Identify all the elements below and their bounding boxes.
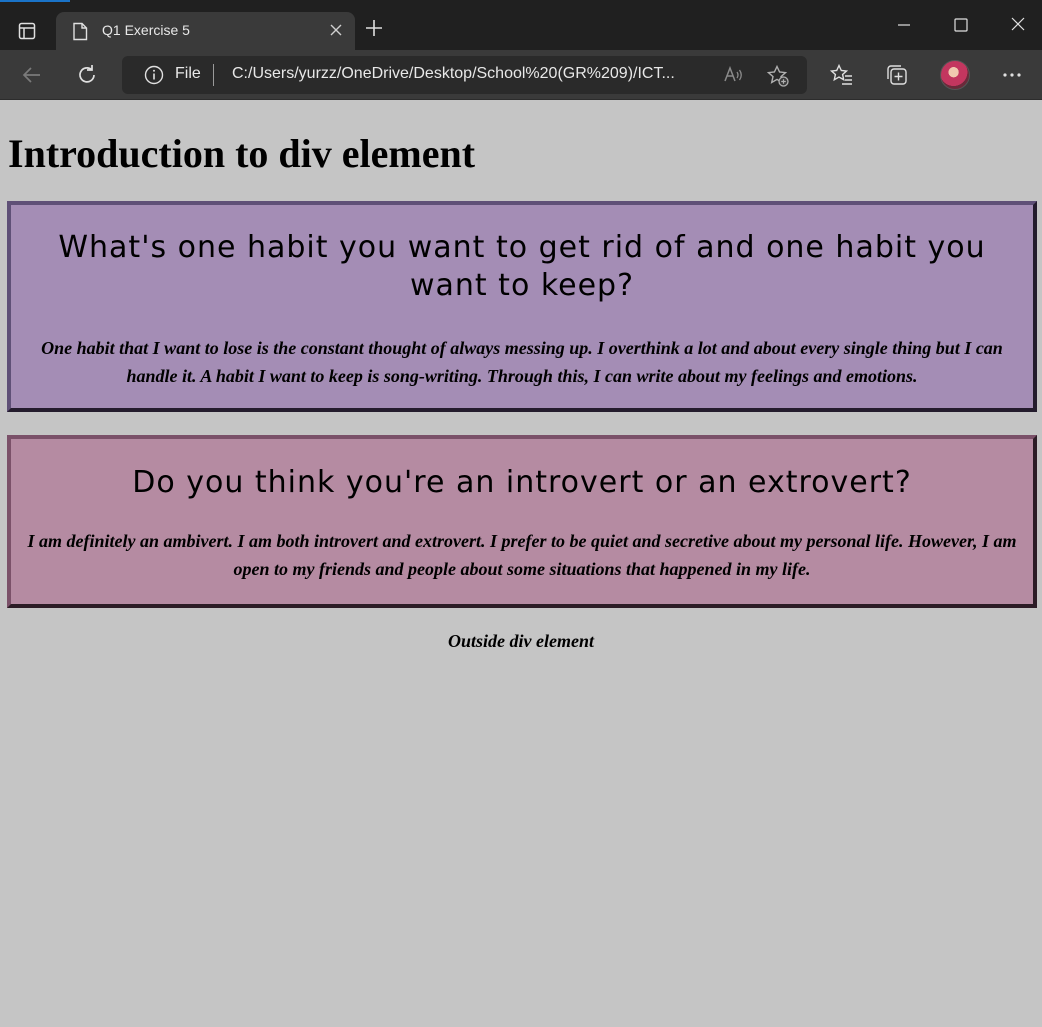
close-window-icon[interactable] [1009, 14, 1027, 43]
close-tab-icon[interactable] [329, 23, 343, 42]
more-options-icon[interactable] [1000, 63, 1024, 92]
browser-toolbar: File C:/Users/yurzz/OneDrive/Desktop/Sch… [0, 50, 1042, 100]
question-heading: What's one habit you want to get rid of … [58, 230, 986, 303]
favorites-icon[interactable] [829, 63, 854, 92]
page-heading: Introduction to div element [8, 131, 476, 176]
info-icon[interactable] [144, 65, 164, 90]
back-icon[interactable] [20, 63, 44, 92]
profile-avatar[interactable] [940, 60, 970, 90]
outside-div-text: Outside div element [448, 631, 594, 651]
add-favorite-icon[interactable] [766, 64, 790, 93]
page-content: Introduction to div element What's one h… [0, 100, 1042, 1027]
div-box-habits: What's one habit you want to get rid of … [7, 201, 1037, 412]
minimize-icon[interactable] [895, 14, 913, 43]
address-bar[interactable]: File C:/Users/yurzz/OneDrive/Desktop/Sch… [122, 56, 807, 94]
maximize-icon[interactable] [952, 14, 970, 43]
tab-strip-accent [0, 0, 70, 2]
page-icon [72, 22, 88, 46]
protocol-label: File [175, 65, 201, 82]
collections-icon[interactable] [885, 63, 909, 92]
active-tab[interactable]: Q1 Exercise 5 [56, 12, 355, 50]
refresh-icon[interactable] [75, 63, 99, 92]
div-box-introvert: Do you think you're an introvert or an e… [7, 435, 1037, 608]
new-tab-icon[interactable] [364, 18, 384, 43]
read-aloud-icon[interactable] [722, 64, 744, 91]
tab-bar: Q1 Exercise 5 [0, 0, 1042, 50]
url-text[interactable]: C:/Users/yurzz/OneDrive/Desktop/School%2… [232, 65, 675, 83]
tab-title: Q1 Exercise 5 [102, 22, 190, 38]
answer-paragraph: One habit that I want to lose is the con… [41, 338, 1003, 386]
question-heading: Do you think you're an introvert or an e… [132, 465, 912, 500]
address-separator [213, 64, 214, 86]
answer-paragraph: I am definitely an ambivert. I am both i… [27, 531, 1017, 579]
tab-actions-icon[interactable] [10, 14, 44, 48]
